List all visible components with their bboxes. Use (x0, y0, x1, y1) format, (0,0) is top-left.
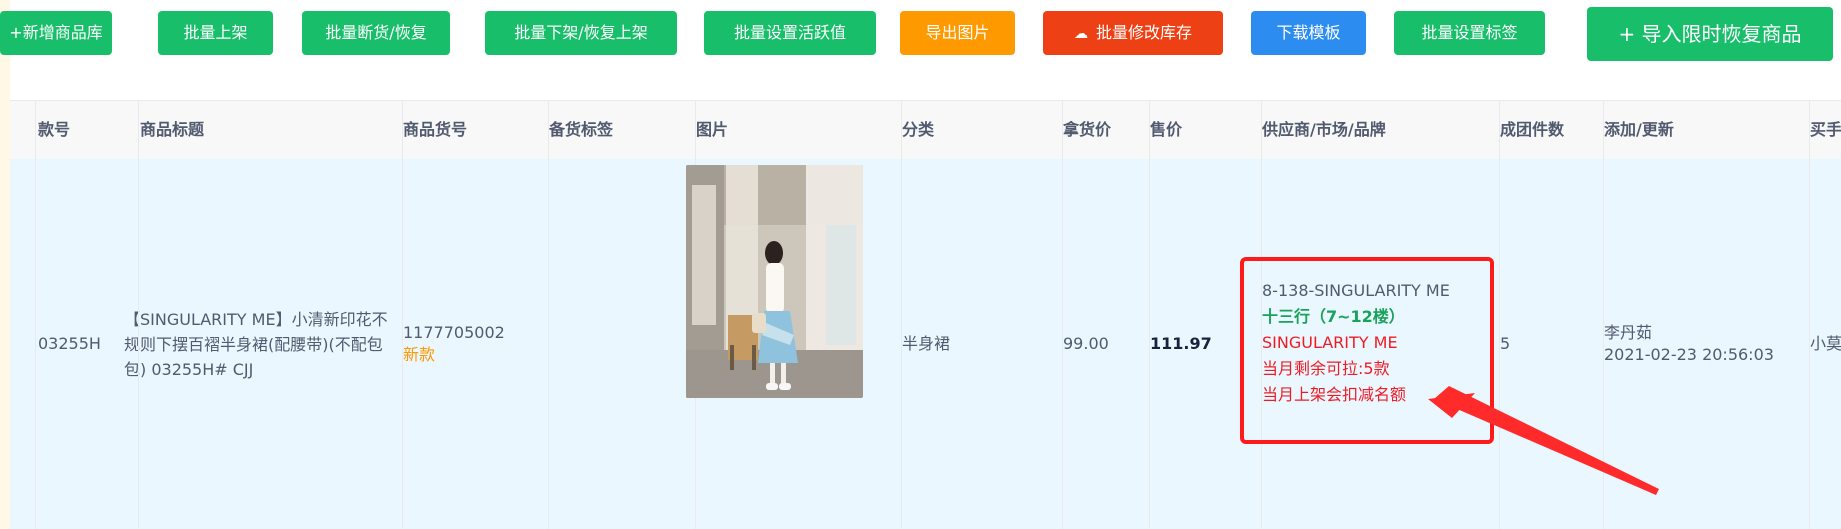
toolbar: +新增商品库 批量上架 批量断货/恢复 批量下架/恢复上架 批量设置活跃值 导出… (0, 0, 1841, 80)
supplier-quota-note: 当月上架会扣减名额 (1262, 385, 1407, 404)
product-table: 款号 商品标题 商品货号 备货标签 图片 分类 拿货价 售价 供应商/市场/品牌… (10, 100, 1841, 529)
import-timed-restore-label: + 导入限时恢复商品 (1618, 22, 1802, 46)
batch-set-activity-button[interactable]: 批量设置活跃值 (704, 11, 876, 55)
sale-price-text: 111.97 (1150, 334, 1212, 353)
product-photo-illustration (686, 165, 863, 398)
supplier-code: 8-138-SINGULARITY ME (1262, 281, 1450, 300)
app-screen: +新增商品库 批量上架 批量断货/恢复 批量下架/恢复上架 批量设置活跃值 导出… (0, 0, 1841, 529)
column-divider (1062, 100, 1063, 529)
download-template-label: 下载模板 (1276, 23, 1341, 42)
header-added-updated[interactable]: 添加/更新 (1604, 101, 1674, 159)
import-timed-restore-button[interactable]: + 导入限时恢复商品 (1587, 7, 1833, 61)
batch-list-button[interactable]: 批量上架 (158, 11, 273, 55)
header-supplier[interactable]: 供应商/市场/品牌 (1262, 101, 1386, 159)
export-images-button[interactable]: 导出图片 (900, 11, 1015, 55)
header-buyer[interactable]: 买手 (1810, 101, 1841, 159)
header-title[interactable]: 商品标题 (140, 101, 204, 159)
header-sale-price[interactable]: 售价 (1150, 101, 1182, 159)
download-template-button[interactable]: 下载模板 (1251, 11, 1366, 55)
cloud-upload-icon: ☁ (1073, 26, 1088, 42)
export-images-label: 导出图片 (925, 23, 990, 42)
column-divider (901, 100, 902, 529)
supplier-info: 8-138-SINGULARITY ME 十三行（7~12楼） SINGULAR… (1262, 278, 1502, 408)
table-header: 款号 商品标题 商品货号 备货标签 图片 分类 拿货价 售价 供应商/市场/品牌… (10, 100, 1841, 160)
updated-at-text: 2021-02-23 20:56:03 (1604, 345, 1774, 364)
cell-added-updated: 李丹茹 2021-02-23 20:56:03 (1604, 159, 1774, 529)
header-category[interactable]: 分类 (902, 101, 934, 159)
cell-sale-price: 111.97 (1150, 159, 1212, 529)
cell-category: 半身裙 (902, 159, 950, 529)
supplier-market: 十三行（7~12楼） (1262, 307, 1405, 326)
cell-buyer: 小莫 (1810, 159, 1841, 529)
header-group-qty[interactable]: 成团件数 (1500, 101, 1564, 159)
column-divider (1149, 100, 1150, 529)
style-no-text: 03255H (38, 334, 101, 353)
column-divider (402, 100, 403, 529)
cell-title: 【SINGULARITY ME】小清新印花不规则下摆百褶半身裙(配腰带)(不配包… (124, 159, 390, 529)
batch-edit-stock-label: 批量修改库存 (1095, 23, 1192, 42)
added-by-text: 李丹茹 (1604, 323, 1653, 342)
batch-edit-stock-button[interactable]: ☁ 批量修改库存 (1043, 11, 1223, 55)
batch-delist-relist-label: 批量下架/恢复上架 (514, 23, 648, 42)
column-divider (1809, 100, 1810, 529)
sku-text: 1177705002 (403, 323, 505, 342)
batch-set-activity-label: 批量设置活跃值 (733, 23, 846, 42)
product-title-text[interactable]: 【SINGULARITY ME】小清新印花不规则下摆百褶半身裙(配腰带)(不配包… (124, 307, 390, 382)
add-product-library-button[interactable]: +新增商品库 (0, 11, 112, 55)
batch-set-tags-button[interactable]: 批量设置标签 (1394, 11, 1545, 55)
header-cost-price[interactable]: 拿货价 (1063, 101, 1111, 159)
buyer-text: 小莫 (1810, 334, 1841, 353)
supplier-brand: SINGULARITY ME (1262, 333, 1398, 352)
table-row[interactable]: 03255H 【SINGULARITY ME】小清新印花不规则下摆百褶半身裙(配… (10, 159, 1841, 529)
column-divider (35, 100, 36, 529)
cell-sku: 1177705002 新款 (403, 159, 505, 529)
category-text: 半身裙 (902, 334, 951, 353)
batch-out-of-stock-label: 批量断货/恢复 (325, 23, 427, 42)
add-product-library-label: +新增商品库 (9, 23, 103, 42)
column-divider (1603, 100, 1604, 529)
supplier-remaining-quota: 当月剩余可拉:5款 (1262, 359, 1390, 378)
new-tag: 新款 (403, 345, 436, 364)
header-image[interactable]: 图片 (696, 101, 728, 159)
column-divider (138, 100, 139, 529)
batch-delist-relist-button[interactable]: 批量下架/恢复上架 (485, 11, 677, 55)
header-style-no[interactable]: 款号 (38, 101, 70, 159)
cost-price-text: 99.00 (1063, 334, 1109, 353)
batch-out-of-stock-button[interactable]: 批量断货/恢复 (302, 11, 450, 55)
header-sku[interactable]: 商品货号 (403, 101, 467, 159)
column-divider (548, 100, 549, 529)
cell-cost-price: 99.00 (1063, 159, 1109, 529)
batch-list-label: 批量上架 (183, 23, 248, 42)
product-image[interactable] (686, 165, 863, 398)
header-stock-tag[interactable]: 备货标签 (549, 101, 613, 159)
batch-set-tags-label: 批量设置标签 (1421, 23, 1518, 42)
cell-style-no: 03255H (38, 159, 101, 529)
